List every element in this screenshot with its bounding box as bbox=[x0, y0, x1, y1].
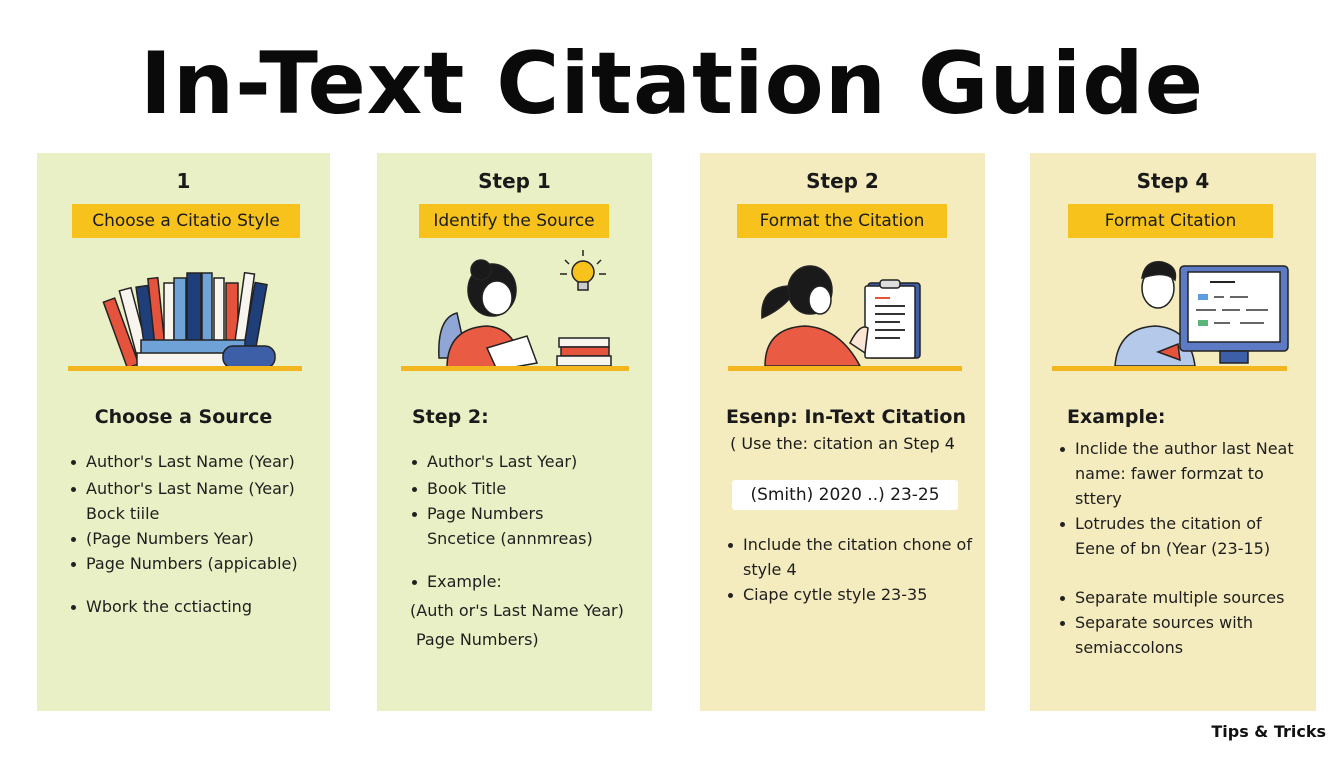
list-item: Example: bbox=[410, 569, 624, 594]
list-item: Separate sources with bbox=[1058, 610, 1294, 635]
list-item-continuation: Eene of bn (Year (23-15) bbox=[1075, 539, 1271, 558]
step-number: Step 1 bbox=[478, 169, 551, 193]
list-item: Inclide the author last Neat bbox=[1058, 436, 1294, 461]
step-label: Format Citation bbox=[1068, 204, 1273, 238]
list-item-continuation: (Auth or's Last Name Year) bbox=[410, 601, 624, 620]
list-item-continuation: sttery bbox=[1075, 489, 1122, 508]
list-item-continuation: Sncetice (annmreas) bbox=[427, 529, 593, 548]
panel-heading: Choose a Source bbox=[94, 406, 273, 428]
shelf-divider bbox=[1052, 366, 1287, 371]
step-label: Format the Citation bbox=[737, 204, 947, 238]
bullet-list: Inclide the author last Neat name: fawer… bbox=[1058, 436, 1294, 660]
list-item: Include the citation chone of bbox=[726, 532, 972, 557]
panel-heading: Example: bbox=[1067, 406, 1166, 428]
list-item: Author's Last Name (Year) bbox=[69, 449, 298, 474]
list-item: Ciape cytle style 23-35 bbox=[726, 582, 972, 607]
list-item: Lotrudes the citation of bbox=[1058, 511, 1294, 536]
list-item: Author's Last Name (Year) bbox=[69, 476, 298, 501]
step-number: 1 bbox=[176, 169, 191, 193]
step-number: Step 2 bbox=[806, 169, 879, 193]
list-item: (Page Numbers Year) bbox=[69, 526, 298, 551]
panel-heading: Step 2: bbox=[412, 406, 489, 428]
list-item-continuation: semiaccolons bbox=[1075, 638, 1184, 657]
shelf-divider bbox=[68, 366, 302, 371]
page-title: In-Text Citation Guide bbox=[139, 34, 1205, 134]
citation-example: (Smith) 2020 ..) 23-25 bbox=[732, 480, 958, 510]
bullet-list: Include the citation chone of style 4 Ci… bbox=[726, 532, 972, 607]
list-item: Wbork the cctiacting bbox=[69, 594, 298, 619]
shelf-divider bbox=[401, 366, 629, 371]
list-item: Separate multiple sources bbox=[1058, 585, 1294, 610]
list-item-continuation: Page Numbers) bbox=[416, 630, 539, 649]
step-label: Identify the Source bbox=[419, 204, 609, 238]
panel-heading: Esenp: In-Text Citation bbox=[726, 406, 967, 428]
list-item: Page Numbers (appicable) bbox=[69, 551, 298, 576]
step-number: Step 4 bbox=[1136, 169, 1210, 193]
step-panel-3: Step 2 Format the Citation Esenp: In-Tex… bbox=[700, 153, 985, 711]
list-item-continuation: Bock tiile bbox=[86, 504, 160, 523]
list-item: Author's Last Year) bbox=[410, 449, 624, 474]
shelf-divider bbox=[728, 366, 962, 371]
bullet-list: Author's Last Name (Year) Author's Last … bbox=[69, 449, 298, 619]
man-at-computer-icon bbox=[1114, 261, 1289, 367]
tips-and-tricks-label: Tips & Tricks bbox=[1211, 722, 1326, 741]
list-item-continuation: name: fawer formzat to bbox=[1075, 464, 1264, 483]
woman-reading-with-lightbulb-icon bbox=[438, 250, 612, 371]
list-item: Page Numbers bbox=[410, 501, 624, 526]
bullet-list: Author's Last Year) Book Title Page Numb… bbox=[410, 449, 624, 652]
step-panel-4: Step 4 Format Citation Example: Inclide … bbox=[1030, 153, 1316, 711]
list-item-continuation: style 4 bbox=[743, 560, 797, 579]
step-panel-2: Step 1 Identify the Source Step 2: Autho… bbox=[377, 153, 652, 711]
list-item: Book Title bbox=[410, 476, 624, 501]
usage-note: ( Use the: citation an Step 4 bbox=[730, 434, 955, 453]
step-panel-1: 1 Choose a Citatio Style Choose a Source… bbox=[37, 153, 330, 711]
woman-with-clipboard-icon bbox=[761, 265, 921, 367]
step-label: Choose a Citatio Style bbox=[72, 204, 300, 238]
stack-of-books-icon bbox=[102, 271, 276, 369]
